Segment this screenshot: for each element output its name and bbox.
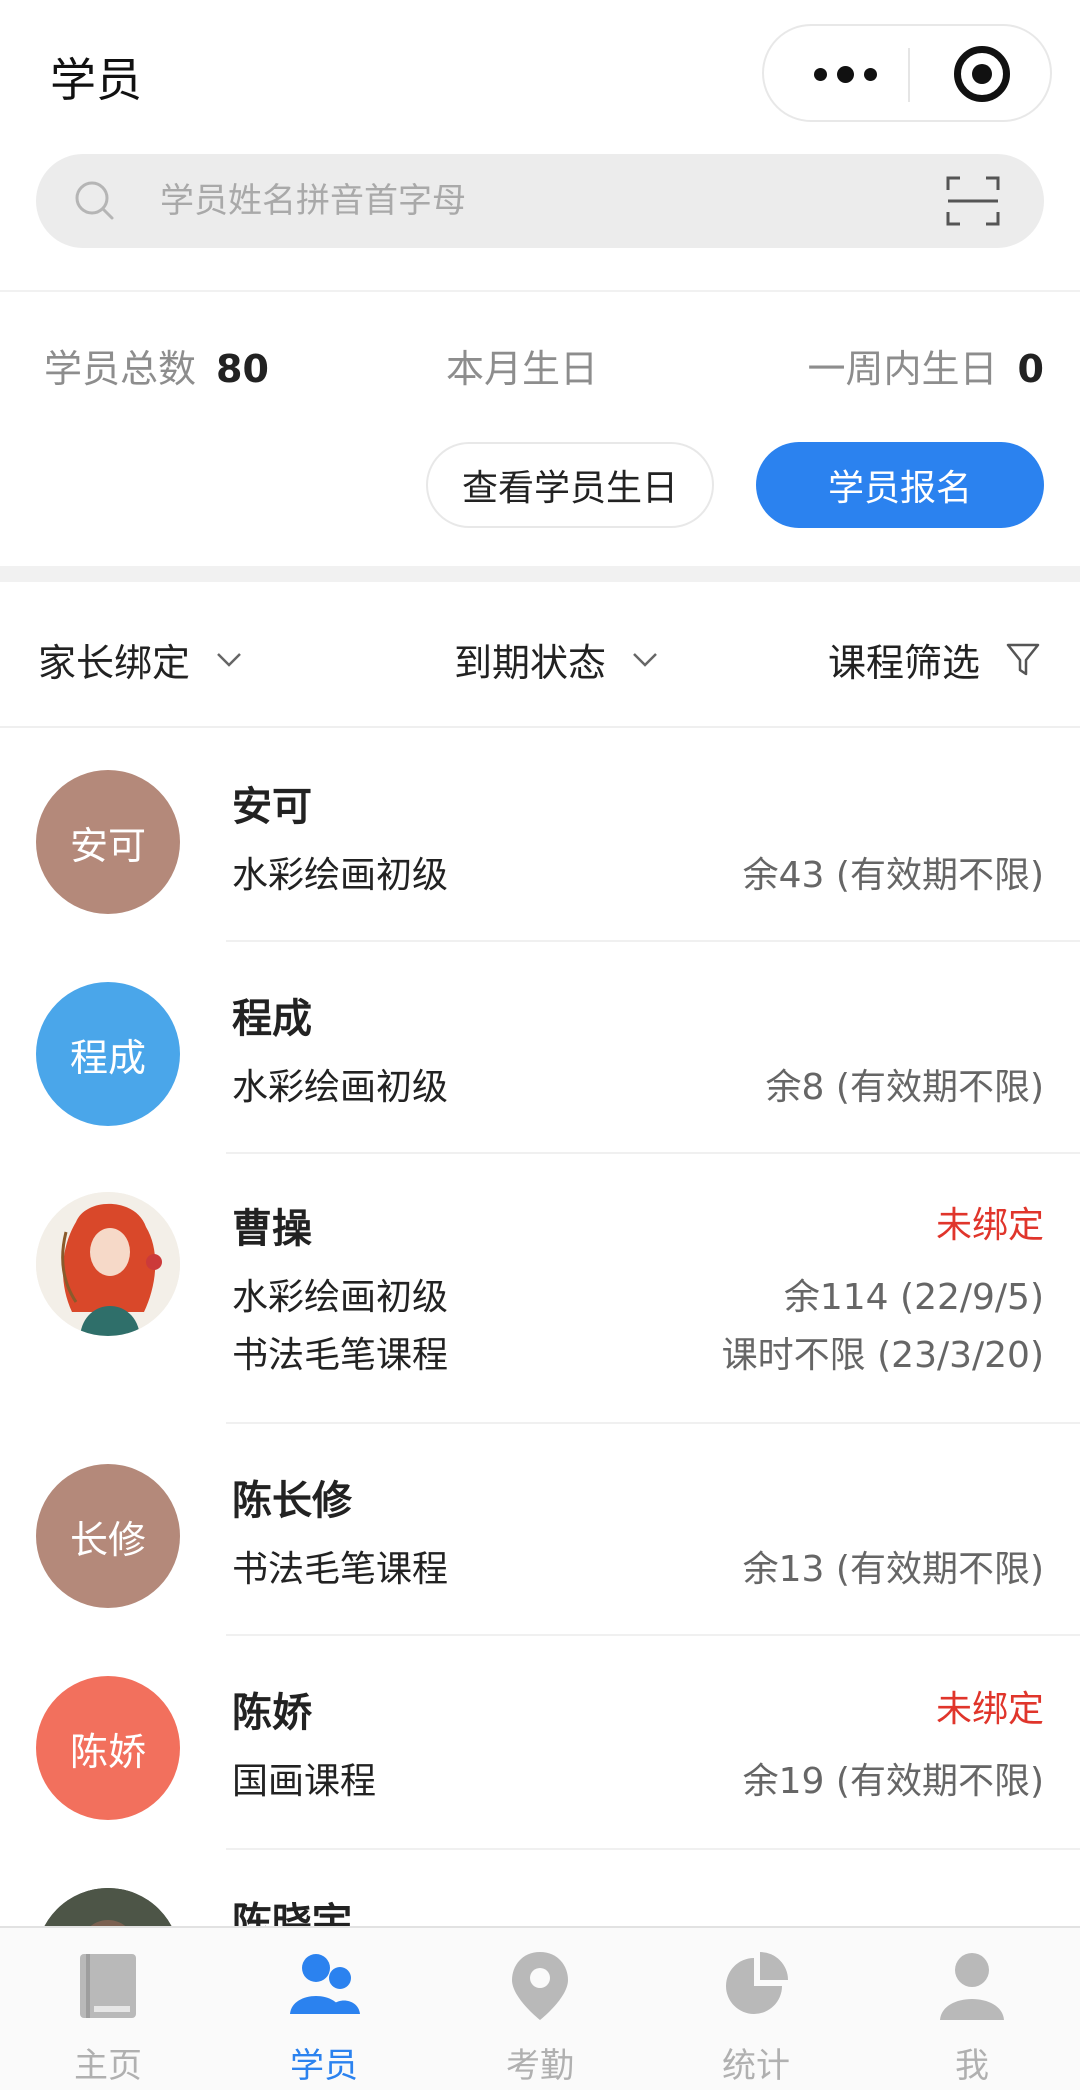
miniprogram-capsule — [762, 24, 1052, 122]
users-icon — [290, 1954, 360, 2014]
avatar-text: 程成 — [69, 1035, 146, 1080]
tab-statistics[interactable]: 统计 — [648, 1928, 864, 2090]
month-label: 本月生日 — [446, 347, 599, 391]
student-row[interactable]: 曹操 未绑定 水彩绘画初级 余114 (22/9/5) 书法毛笔课程 课时不限 … — [0, 1154, 1080, 1424]
expiry-status-filter[interactable]: 到期状态 — [454, 632, 658, 687]
tab-me[interactable]: 我 — [864, 1928, 1080, 2090]
student-row[interactable]: 长修 陈长修 书法毛笔课程 余13 (有效期不限) — [0, 1424, 1080, 1636]
unbound-status: 未绑定 — [935, 1205, 1044, 1246]
student-row[interactable]: 安可 安可 水彩绘画初级 余43 (有效期不限) — [0, 730, 1080, 942]
course-remaining: 余8 (有效期不限) — [765, 1067, 1044, 1108]
view-birthday-button[interactable]: 查看学员生日 — [426, 442, 714, 528]
course-name: 水彩绘画初级 — [232, 855, 449, 896]
avatar: 长修 — [36, 1464, 180, 1608]
more-icon[interactable] — [800, 26, 890, 122]
expiry-status-label: 到期状态 — [454, 641, 607, 685]
course-remaining: 余13 (有效期不限) — [742, 1549, 1044, 1590]
book-icon — [80, 1954, 136, 2018]
course-name: 水彩绘画初级 — [232, 1277, 449, 1318]
close-target-icon[interactable] — [954, 46, 1010, 102]
course-remaining: 余19 (有效期不限) — [742, 1761, 1044, 1802]
bottom-tab-bar: 主页 学员 考勤 统计 我 — [0, 1926, 1080, 2090]
avatar-text: 安可 — [69, 823, 146, 868]
course-remaining: 余43 (有效期不限) — [742, 855, 1044, 896]
course-name: 国画课程 — [232, 1761, 377, 1802]
month-birthday-stat: 本月生日 — [446, 338, 598, 393]
avatar-text: 陈娇 — [69, 1729, 146, 1774]
parent-binding-label: 家长绑定 — [38, 641, 191, 685]
avatar: 程成 — [36, 982, 180, 1126]
page-title: 学员 — [50, 53, 142, 107]
tab-label: 主页 — [74, 2046, 142, 2086]
total-value: 80 — [216, 347, 269, 391]
student-name: 陈娇 — [232, 1690, 312, 1736]
chevron-down-icon — [217, 652, 241, 667]
location-pin-icon — [512, 1952, 568, 2020]
filter-bar: 家长绑定 到期状态 课程筛选 — [0, 582, 1080, 728]
student-list: 安可 安可 水彩绘画初级 余43 (有效期不限) 程成 程成 水彩绘画初级 余8… — [0, 730, 1080, 2032]
enroll-button[interactable]: 学员报名 — [756, 442, 1044, 528]
stats-panel: 学员总数 80 本月生日 一周内生日 0 查看学员生日 学员报名 — [0, 292, 1080, 564]
student-row[interactable]: 程成 程成 水彩绘画初级 余8 (有效期不限) — [0, 942, 1080, 1154]
avatar-illustrated-girl-portrait — [36, 1192, 180, 1336]
section-divider — [0, 566, 1080, 582]
parent-binding-filter[interactable]: 家长绑定 — [38, 632, 242, 687]
students-page: 学员 学员总数 80 本月生日 一周内生日 0 查看学员生日 学员报名 — [0, 0, 1080, 2090]
course-remaining: 课时不限 (23/3/20) — [721, 1335, 1044, 1376]
student-row[interactable]: 陈娇 陈娇 未绑定 国画课程 余19 (有效期不限) — [0, 1636, 1080, 1850]
tab-home[interactable]: 主页 — [0, 1928, 216, 2090]
avatar: 陈娇 — [36, 1676, 180, 1820]
week-value: 0 — [1017, 347, 1044, 391]
search-bar — [36, 154, 1044, 248]
portrait-image — [36, 1192, 180, 1336]
unbound-status: 未绑定 — [935, 1689, 1044, 1730]
tab-attendance[interactable]: 考勤 — [432, 1928, 648, 2090]
student-name: 安可 — [232, 784, 312, 830]
course-name: 书法毛笔课程 — [232, 1335, 449, 1376]
tab-label: 考勤 — [506, 2046, 574, 2086]
pie-chart-icon — [726, 1952, 788, 2014]
chevron-down-icon — [633, 652, 657, 667]
total-students-stat: 学员总数 80 — [44, 338, 269, 393]
scan-icon[interactable] — [946, 176, 1000, 226]
week-birthday-stat: 一周内生日 0 — [808, 338, 1044, 393]
capsule-divider — [908, 48, 910, 102]
student-name: 曹操 — [232, 1206, 312, 1252]
course-name: 水彩绘画初级 — [232, 1067, 449, 1108]
course-remaining: 余114 (22/9/5) — [783, 1277, 1044, 1318]
avatar: 安可 — [36, 770, 180, 914]
week-label: 一周内生日 — [807, 347, 998, 391]
tab-label: 学员 — [290, 2046, 358, 2086]
course-filter-label: 课程筛选 — [827, 641, 980, 685]
tab-students[interactable]: 学员 — [216, 1928, 432, 2090]
filter-funnel-icon — [1006, 643, 1040, 675]
tab-label: 统计 — [722, 2046, 790, 2086]
student-name: 程成 — [232, 996, 312, 1042]
student-name: 陈长修 — [232, 1478, 352, 1524]
course-name: 书法毛笔课程 — [232, 1549, 449, 1590]
search-icon — [75, 181, 114, 220]
avatar-text: 长修 — [69, 1517, 146, 1562]
header: 学员 — [0, 0, 1080, 148]
user-icon — [940, 1953, 1004, 2020]
search-input[interactable] — [160, 154, 940, 248]
tab-label: 我 — [955, 2046, 989, 2086]
total-label: 学员总数 — [44, 347, 197, 391]
course-filter[interactable]: 课程筛选 — [828, 632, 1040, 687]
